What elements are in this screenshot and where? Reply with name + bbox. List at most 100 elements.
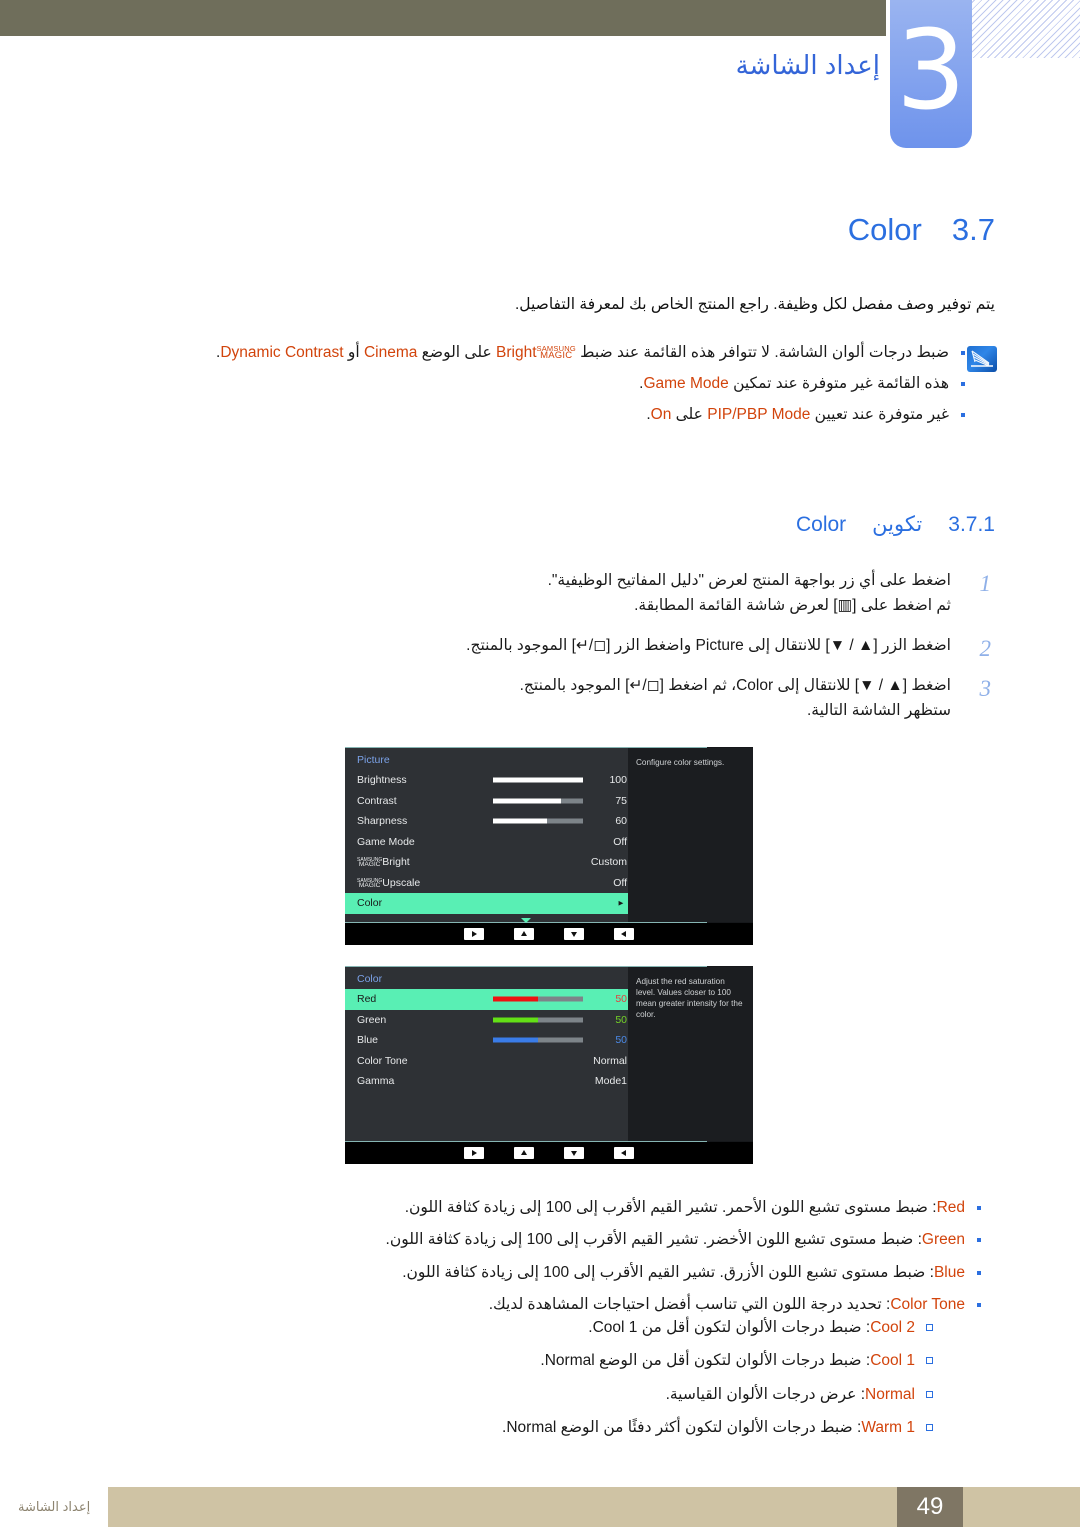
up-arrow-button[interactable] bbox=[514, 1147, 534, 1159]
term-game-mode: Game Mode bbox=[643, 375, 729, 393]
desc-term: Green bbox=[921, 1231, 965, 1249]
desc-term: Color Tone bbox=[890, 1295, 965, 1313]
footer-page-number: 49 bbox=[897, 1487, 963, 1527]
chapter-title-text: إعداد الشاشة bbox=[735, 50, 880, 80]
osd-help-text: Adjust the red saturation level. Values … bbox=[628, 967, 753, 1141]
osd-menu-panel: Picture Brightness 100 Contrast 75 Sharp… bbox=[345, 747, 753, 923]
osd-screenshot-picture: Picture Brightness 100 Contrast 75 Sharp… bbox=[345, 747, 753, 945]
osd-row-label: Blue bbox=[357, 1034, 379, 1047]
down-arrow-button[interactable] bbox=[564, 928, 584, 940]
notes-list: ضبط درجات ألوان الشاشة. لا تتوافر هذه ال… bbox=[85, 340, 995, 427]
color-tone-options-list: Cool 2: ضبط درجات الألوان لتكون أقل من C… bbox=[85, 1316, 965, 1439]
desc-term: Blue bbox=[933, 1263, 965, 1281]
section-heading: 3.7 Color bbox=[615, 212, 995, 248]
section-name: Color bbox=[847, 212, 922, 247]
step-line-2: ثم اضغط على [▥] لعرض شاشة القائمة المطاب… bbox=[634, 597, 951, 615]
note-item: غير متوفرة عند تعيين PIP/PBP Mode على On… bbox=[85, 402, 995, 427]
magicupscale-logo: SAMSUNG MAGIC Upscale bbox=[357, 876, 421, 889]
osd-body: Picture Brightness 100 Contrast 75 Sharp… bbox=[345, 747, 753, 923]
option-term: Cool 2 bbox=[870, 1319, 915, 1336]
term-pip-pbp-mode: PIP/PBP Mode bbox=[707, 406, 811, 424]
footer-chapter-label: إعداد الشاشة bbox=[18, 1499, 91, 1514]
down-arrow-button[interactable] bbox=[564, 1147, 584, 1159]
chapter-number: 3 bbox=[896, 6, 966, 134]
step-line-2: ستظهر الشاشة التالية. bbox=[806, 702, 951, 720]
step-line-1: اضغط على أي زر بواجهة المنتج لعرض "دليل … bbox=[547, 572, 951, 589]
term-cinema: Cinema bbox=[363, 344, 418, 361]
section-number: 3.7 bbox=[951, 212, 995, 247]
option-text: : ضبط درجات الألوان لتكون أكثر دفئًا من … bbox=[502, 1418, 862, 1436]
osd-row-value: 50 bbox=[615, 1013, 627, 1026]
option-text: : ضبط درجات الألوان لتكون أقل من Cool 1. bbox=[588, 1319, 871, 1336]
step-number: 2 bbox=[979, 636, 992, 662]
steps-list: 1 اضغط على أي زر بواجهة المنتج لعرض "دلي… bbox=[85, 568, 995, 739]
step-line-1: اضغط الزر [▲ / ▼] للانتقال إلى Picture و… bbox=[466, 637, 951, 655]
osd-slider[interactable] bbox=[493, 1017, 583, 1023]
desc-item-blue: Blue: ضبط مستوى تشبع اللون الأزرق. تشير … bbox=[85, 1261, 995, 1284]
osd-row-label: Contrast bbox=[357, 794, 397, 807]
up-arrow-button[interactable] bbox=[514, 928, 534, 940]
section-intro: يتم توفير وصف مفصل لكل وظيفة. راجع المنت… bbox=[514, 296, 995, 313]
option-item-cool-2: Cool 2: ضبط درجات الألوان لتكون أقل من C… bbox=[85, 1316, 965, 1339]
option-term: Normal bbox=[865, 1385, 915, 1403]
option-text: : عرض درجات الألوان القياسية. bbox=[665, 1385, 866, 1403]
osd-row-value: Off bbox=[613, 835, 627, 848]
osd-row-label: Red bbox=[357, 993, 377, 1006]
right-arrow-button[interactable] bbox=[464, 928, 484, 940]
osd-footer-bar bbox=[345, 923, 753, 945]
option-item-warm-1: Warm 1: ضبط درجات الألوان لتكون أكثر دفئ… bbox=[85, 1416, 965, 1439]
subsection-label: تكوين bbox=[872, 513, 923, 536]
osd-row-value: Normal bbox=[593, 1054, 627, 1067]
right-arrow-button[interactable] bbox=[464, 1147, 484, 1159]
descriptions-list: Red: ضبط مستوى تشبع اللون الأحمر. تشير ا… bbox=[85, 1196, 995, 1439]
option-term: Warm 1 bbox=[861, 1418, 915, 1436]
osd-row-label: Gamma bbox=[357, 1075, 395, 1088]
header-olive-bar bbox=[0, 0, 886, 36]
osd-slider[interactable] bbox=[493, 996, 583, 1002]
desc-item-green: Green: ضبط مستوى تشبع اللون الأخضر. تشير… bbox=[85, 1228, 995, 1251]
desc-item-color-tone: Color Tone: تحديد درجة اللون التي تناسب … bbox=[85, 1293, 995, 1439]
chapter-tab: 3 bbox=[890, 0, 972, 148]
osd-row-value: Off bbox=[613, 876, 627, 889]
chevron-right-icon: ► bbox=[617, 898, 625, 908]
note-item: ضبط درجات ألوان الشاشة. لا تتوافر هذه ال… bbox=[85, 340, 995, 365]
desc-text: : ضبط مستوى تشبع اللون الأخضر. تشير القي… bbox=[385, 1231, 922, 1249]
osd-slider[interactable] bbox=[493, 798, 583, 804]
osd-panel-title: Picture bbox=[357, 754, 390, 766]
step-item: 2 اضغط الزر [▲ / ▼] للانتقال إلى Picture… bbox=[85, 633, 995, 661]
desc-text: : ضبط مستوى تشبع اللون الأحمر. تشير القي… bbox=[404, 1199, 937, 1216]
step-item: 1 اضغط على أي زر بواجهة المنتج لعرض "دلي… bbox=[85, 568, 995, 618]
note-item: هذه القائمة غير متوفرة عند تمكين Game Mo… bbox=[85, 371, 995, 396]
osd-slider[interactable] bbox=[493, 818, 583, 824]
desc-text: : تحديد درجة اللون التي تناسب أفضل احتيا… bbox=[488, 1295, 891, 1313]
osd-row-label: Game Mode bbox=[357, 835, 415, 848]
osd-row-value: 75 bbox=[615, 794, 627, 807]
osd-row-label: Sharpness bbox=[357, 815, 408, 828]
osd-row-value: 60 bbox=[615, 815, 627, 828]
left-arrow-button[interactable] bbox=[614, 1147, 634, 1159]
osd-row-value: 50 bbox=[615, 1034, 627, 1047]
step-line-1: اضغط [▲ / ▼] للانتقال إلى Color، ثم اضغط… bbox=[519, 677, 951, 695]
notes-block: ضبط درجات ألوان الشاشة. لا تتوافر هذه ال… bbox=[85, 340, 997, 433]
subsection-name: Color bbox=[795, 513, 847, 536]
osd-menu-panel: Color Red 50 Green 50 Blue 50 Color Tone… bbox=[345, 966, 753, 1142]
osd-row-label: Color bbox=[357, 897, 383, 910]
osd-slider[interactable] bbox=[493, 1037, 583, 1043]
option-item-normal: Normal: عرض درجات الألوان القياسية. bbox=[85, 1383, 965, 1406]
descriptions-block: Red: ضبط مستوى تشبع اللون الأحمر. تشير ا… bbox=[85, 1196, 995, 1449]
left-arrow-button[interactable] bbox=[614, 928, 634, 940]
step-number: 3 bbox=[979, 676, 992, 702]
osd-row-label: Color Tone bbox=[357, 1054, 408, 1067]
header-hatch-pattern bbox=[972, 0, 1080, 58]
option-item-cool-1: Cool 1: ضبط درجات الألوان لتكون أقل من ا… bbox=[85, 1349, 965, 1372]
osd-body: Color Red 50 Green 50 Blue 50 Color Tone… bbox=[345, 966, 753, 1142]
step-item: 3 اضغط [▲ / ▼] للانتقال إلى Color، ثم اض… bbox=[85, 673, 995, 723]
step-number: 1 bbox=[979, 571, 992, 596]
subsection-number: 3.7.1 bbox=[948, 513, 995, 536]
desc-term: Red bbox=[936, 1199, 965, 1216]
term-on: On bbox=[650, 406, 672, 424]
desc-text: : ضبط مستوى تشبع اللون الأزرق. تشير القي… bbox=[402, 1263, 934, 1281]
osd-help-text: Configure color settings. bbox=[628, 748, 753, 922]
osd-footer-bar bbox=[345, 1142, 753, 1164]
osd-slider[interactable] bbox=[493, 777, 583, 783]
